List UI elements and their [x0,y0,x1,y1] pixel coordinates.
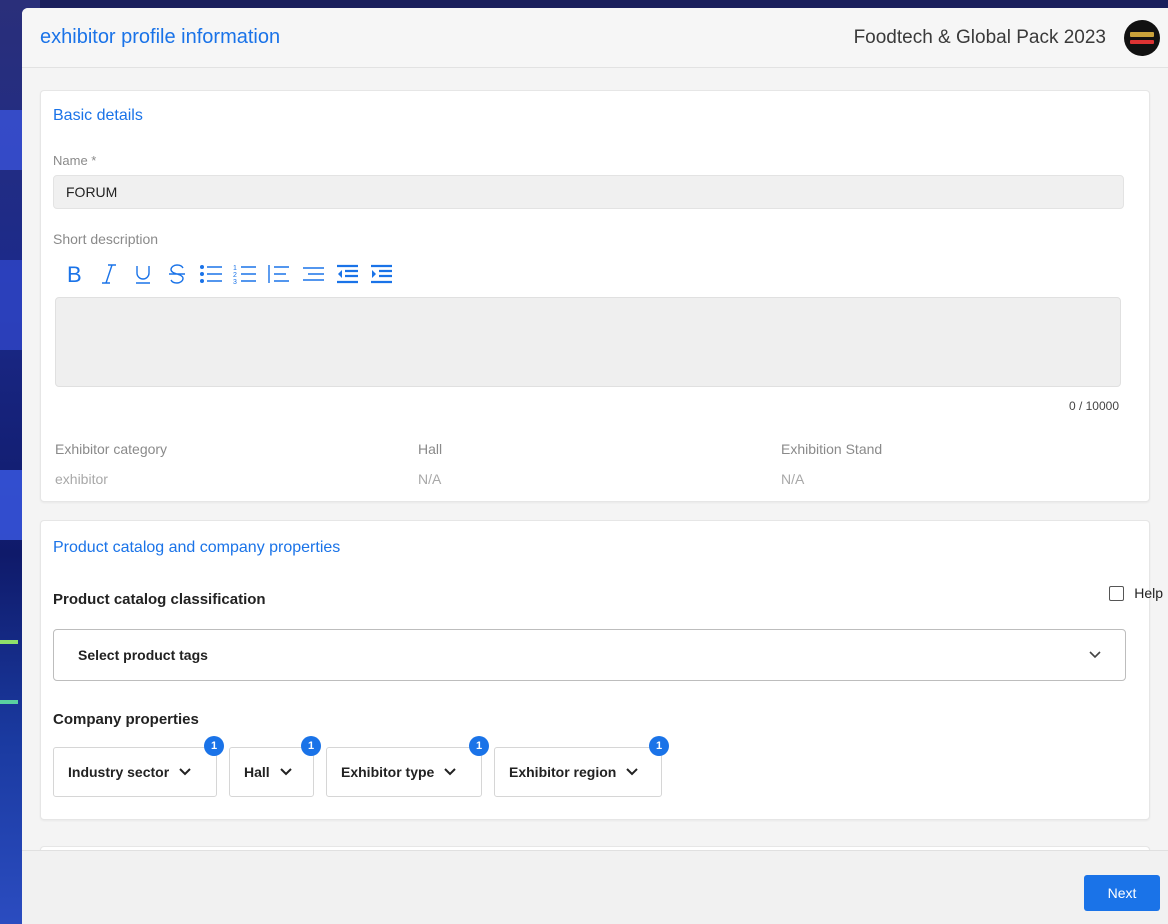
background-line [0,640,18,644]
hall-label: Hall [418,441,443,457]
svg-text:1: 1 [233,265,237,272]
exhibition-stand-label: Exhibition Stand [781,441,883,457]
exhibition-stand-value: N/A [781,471,805,487]
filter-label: Hall [244,764,270,780]
basic-details-title: Basic details [53,107,143,124]
underline-icon[interactable] [131,261,155,287]
product-catalog-card: Product catalog and company properties P… [40,520,1163,820]
background-block [0,260,24,350]
chevron-down-icon [179,768,191,776]
name-field[interactable]: FORUM [53,175,1124,209]
numbered-list-icon[interactable]: 123 [233,261,257,287]
filter-label: Industry sector [68,764,170,780]
background-line [0,700,18,704]
name-label: Name * [53,153,97,168]
filter-hall[interactable]: Hall 1 [229,736,321,797]
hall-value: N/A [418,471,442,487]
chevron-down-icon [1089,651,1101,659]
svg-text:B: B [67,263,82,285]
short-description-editor[interactable] [55,297,1121,387]
header-bar: exhibitor profile information Foodtech &… [22,8,1168,68]
page-title: exhibitor profile information [40,26,281,48]
hall-info: Hall N/A [418,441,778,487]
basic-details-card: Basic details Name * FORUM Short descrip… [40,90,1150,502]
next-button[interactable]: Next [1084,875,1160,911]
svg-text:2: 2 [233,272,237,279]
product-tags-select[interactable]: Select product tags [53,629,1126,681]
bold-icon[interactable]: B [63,261,87,287]
italic-icon[interactable] [97,261,121,287]
event-name: Foodtech & Global Pack 2023 [853,26,1106,48]
filter-exhibitor-type[interactable]: Exhibitor type 1 [326,736,489,797]
logo-stripe [1130,39,1154,44]
filter-industry-sector[interactable]: Industry sector 1 [53,736,224,797]
logo-stripe [1130,31,1154,37]
event-logo-icon [1124,19,1160,56]
filter-exhibitor-region[interactable]: Exhibitor region 1 [494,736,669,797]
filter-count-badge: 1 [301,736,321,756]
help-toggle[interactable]: Help [1109,585,1163,601]
strikethrough-icon[interactable] [165,261,189,287]
outdent-icon[interactable] [335,261,359,287]
svg-text:3: 3 [233,279,237,285]
classification-label: Product catalog classification [53,591,266,608]
exhibitor-category-label: Exhibitor category [55,441,168,457]
filter-count-badge: 1 [469,736,489,756]
chevron-down-icon [279,768,292,776]
exhibition-stand-info: Exhibition Stand N/A [781,441,1141,487]
chevron-down-icon [444,768,457,776]
character-count: 0 / 10000 [1068,399,1119,413]
help-checkbox[interactable] [1109,585,1125,601]
help-label: Help [1134,585,1163,601]
filter-count-badge: 1 [204,736,224,756]
chevron-down-icon [626,768,639,776]
footer-bar: Next [22,850,1168,924]
background-block [0,110,24,170]
company-properties-label: Company properties [53,711,199,728]
exhibitor-category-value: exhibitor [55,471,108,487]
background-block [0,470,24,540]
product-catalog-title: Product catalog and company properties [53,539,341,556]
exhibitor-category-info: Exhibitor category exhibitor [55,441,415,487]
filter-count-badge: 1 [649,736,669,756]
profile-panel: exhibitor profile information Foodtech &… [22,8,1168,924]
name-value: FORUM [66,184,118,200]
align-left-icon[interactable] [267,261,291,287]
product-tags-placeholder: Select product tags [78,647,208,663]
company-properties-filters: Industry sector 1 Hall 1 Exhibitor type … [53,736,669,797]
align-justify-icon[interactable] [301,261,325,287]
filter-label: Exhibitor region [509,764,617,780]
filter-label: Exhibitor type [341,764,435,780]
indent-icon[interactable] [369,261,393,287]
short-description-label: Short description [53,231,159,247]
bullet-list-icon[interactable] [199,261,223,287]
editor-toolbar: B 123 [63,259,393,289]
